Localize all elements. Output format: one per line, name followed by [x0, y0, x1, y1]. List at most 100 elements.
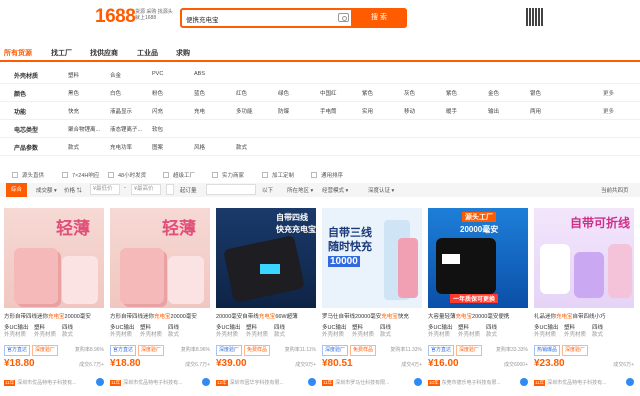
tab-industrial[interactable]: 工业品: [137, 48, 158, 58]
filter-option[interactable]: 两用: [530, 107, 541, 115]
filter-option[interactable]: 黑色: [68, 89, 79, 97]
filter-option[interactable]: 金色: [488, 89, 499, 97]
filter-checkbox[interactable]: 实力商家: [212, 171, 244, 179]
filter-option[interactable]: 红色: [236, 89, 247, 97]
filter-option[interactable]: 聚合物锂离...: [68, 125, 100, 133]
shop-name[interactable]: 11年 深圳市优品特电子科技有...: [534, 379, 634, 386]
product-image[interactable]: 自带三线 随时快充 10000: [322, 208, 422, 308]
filter-option[interactable]: 风格: [194, 143, 205, 151]
product-card[interactable]: 自带三线 随时快充 10000 罗马仕自带线20000毫安充电宝快充 多UC输出 外壳材质…: [322, 208, 422, 396]
sort-moq[interactable]: 起订量: [180, 186, 197, 194]
checkbox-icon[interactable]: [108, 172, 114, 178]
deep-cert-dropdown[interactable]: 深度认证 ▾: [368, 186, 394, 194]
moq-input[interactable]: [206, 184, 256, 195]
shop-name[interactable]: 11年 深圳市优品特电子科技有...: [110, 379, 210, 386]
sort-price[interactable]: 价格 ⇅: [64, 186, 82, 194]
shop-name[interactable]: 11年 深圳市罗马仕科技有限...: [322, 379, 422, 386]
filter-option[interactable]: 充电功率: [110, 143, 132, 151]
tab-find-factory[interactable]: 找工厂: [51, 48, 72, 58]
filter-option[interactable]: 液晶显示: [110, 107, 132, 115]
shop-name[interactable]: 10年 东莞市德乐电子科技有限...: [428, 379, 528, 386]
filter-option[interactable]: 液态锂离子...: [110, 125, 142, 133]
product-image[interactable]: 自带可折线: [534, 208, 634, 308]
price-checkbox[interactable]: [166, 184, 174, 195]
filter-more-button[interactable]: 更多: [603, 89, 614, 97]
filter-checkbox[interactable]: 超级工厂: [163, 171, 195, 179]
product-card[interactable]: 自带四线 快充充电宝 20000毫安自带线充电宝66W超薄 多UC输出 外壳材质 塑料 外壳…: [216, 208, 316, 396]
filter-option[interactable]: 白色: [110, 89, 121, 97]
product-title[interactable]: 方形自带四线迷你充电宝20000毫安: [110, 312, 210, 320]
filter-option[interactable]: 输出: [488, 107, 499, 115]
filter-option[interactable]: 粉色: [152, 89, 163, 97]
tab-find-supplier[interactable]: 找供应商: [90, 48, 118, 58]
chat-icon[interactable]: [414, 378, 422, 386]
chat-icon[interactable]: [96, 378, 104, 386]
checkbox-icon[interactable]: [163, 172, 169, 178]
chat-icon[interactable]: [202, 378, 210, 386]
chat-icon[interactable]: [520, 378, 528, 386]
business-mode-dropdown[interactable]: 经营模式 ▾: [322, 186, 348, 194]
product-card[interactable]: 源头工厂 20000毫安 一年质保可更换 大容量轻薄充电宝20000毫安便携 多UC输出…: [428, 208, 528, 396]
filter-checkbox[interactable]: 7×24H响应: [62, 171, 99, 179]
filter-option[interactable]: 塑料: [68, 71, 79, 79]
filter-more-button[interactable]: 更多: [603, 107, 614, 115]
product-card[interactable]: 轻薄 方形自带四线迷你充电宝20000毫安 多UC输出 外壳材质 塑料 外壳材质 四线 款式官…: [4, 208, 104, 396]
filter-checkbox[interactable]: 加工定制: [262, 171, 294, 179]
product-card[interactable]: 轻薄 方形自带四线迷你充电宝20000毫安 多UC输出 外壳材质 塑料 外壳材质 四线 款式官…: [110, 208, 210, 396]
camera-icon[interactable]: [338, 13, 349, 22]
filter-option[interactable]: 合金: [110, 71, 121, 79]
product-title[interactable]: 方形自带四线迷你充电宝20000毫安: [4, 312, 104, 320]
search-button[interactable]: 搜 索: [351, 8, 407, 28]
filter-option[interactable]: 闪充: [152, 107, 163, 115]
product-title[interactable]: 大容量轻薄充电宝20000毫安便携: [428, 312, 528, 320]
filter-checkbox[interactable]: 48小时发货: [108, 171, 146, 179]
sort-comprehensive[interactable]: 综合: [6, 183, 28, 197]
search-input[interactable]: [186, 12, 336, 25]
sort-turnover[interactable]: 成交额 ▾: [36, 186, 57, 194]
checkbox-icon[interactable]: [311, 172, 317, 178]
filter-option[interactable]: 灰色: [404, 89, 415, 97]
filter-option[interactable]: 蓝色: [194, 89, 205, 97]
filter-option[interactable]: 款式: [68, 143, 79, 151]
filter-option[interactable]: 手电筒: [320, 107, 337, 115]
shop-name[interactable]: 11年 深圳市优品特电子科技有...: [4, 379, 104, 386]
checkbox-icon[interactable]: [62, 172, 68, 178]
checkbox-icon[interactable]: [212, 172, 218, 178]
filter-option[interactable]: 快充: [68, 107, 79, 115]
filter-option[interactable]: 紫色: [362, 89, 373, 97]
product-image[interactable]: 轻薄: [110, 208, 210, 308]
filter-option[interactable]: 图案: [152, 143, 163, 151]
filter-option[interactable]: 实用: [362, 107, 373, 115]
filter-option[interactable]: ABS: [194, 71, 205, 77]
product-image[interactable]: 源头工厂 20000毫安 一年质保可更换: [428, 208, 528, 308]
filter-option[interactable]: 中国红: [320, 89, 337, 97]
price-min-input[interactable]: ¥最低价: [90, 184, 120, 195]
filter-option[interactable]: 防爆: [278, 107, 289, 115]
product-card[interactable]: 自带可折线 礼品迷你充电宝自带四线小巧 多UC输出 外壳材质 塑料 外壳材质 四线 款式 热销爆…: [534, 208, 634, 396]
product-title[interactable]: 20000毫安自带线充电宝66W超薄: [216, 312, 316, 320]
product-title[interactable]: 礼品迷你充电宝自带四线小巧: [534, 312, 634, 320]
logo[interactable]: 1688: [95, 6, 136, 28]
product-title[interactable]: 罗马仕自带线20000毫安充电宝快充: [322, 312, 422, 320]
filter-option[interactable]: PVC: [152, 71, 163, 77]
filter-option[interactable]: 充电: [194, 107, 205, 115]
checkbox-icon[interactable]: [12, 172, 18, 178]
filter-option[interactable]: 紫色: [446, 89, 457, 97]
filter-option[interactable]: 绿色: [278, 89, 289, 97]
filter-checkbox[interactable]: 源头直供: [12, 171, 44, 179]
price-max-input[interactable]: ¥最高价: [131, 184, 161, 195]
filter-option[interactable]: 软包: [152, 125, 163, 133]
chat-icon[interactable]: [308, 378, 316, 386]
filter-option[interactable]: 多功能: [236, 107, 253, 115]
filter-option[interactable]: 暖手: [446, 107, 457, 115]
filter-checkbox[interactable]: 通用排序: [311, 171, 343, 179]
tab-all-sources[interactable]: 所有货源: [4, 48, 32, 58]
filter-option[interactable]: 银色: [530, 89, 541, 97]
filter-option[interactable]: 移动: [404, 107, 415, 115]
tab-purchase[interactable]: 求购: [176, 48, 190, 58]
checkbox-icon[interactable]: [262, 172, 268, 178]
chat-icon[interactable]: [626, 378, 634, 386]
filter-option[interactable]: 款式: [236, 143, 247, 151]
shop-name[interactable]: 12年 深圳市因华宇科技有限...: [216, 379, 316, 386]
region-dropdown[interactable]: 所在地区 ▾: [287, 186, 313, 194]
